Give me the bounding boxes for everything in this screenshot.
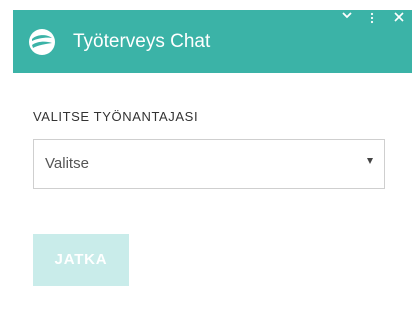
chat-widget: Työterveys Chat VALITSE TYÖNANTAJASI Val…	[0, 0, 412, 322]
chat-header: Työterveys Chat	[13, 10, 412, 73]
close-button[interactable]	[391, 10, 407, 26]
chat-title: Työterveys Chat	[73, 31, 211, 52]
chevron-down-icon	[339, 12, 355, 19]
employer-select-value: Valitse	[45, 155, 89, 172]
chat-logo-icon	[28, 28, 56, 56]
employer-label: VALITSE TYÖNANTAJASI	[33, 109, 199, 124]
menu-button[interactable]	[364, 10, 380, 26]
continue-button[interactable]: JATKA	[33, 234, 129, 286]
close-icon	[391, 12, 407, 22]
minimize-button[interactable]	[339, 10, 355, 26]
caret-down-icon	[367, 158, 373, 164]
vertical-dots-icon	[364, 12, 380, 24]
employer-select[interactable]: Valitse	[33, 139, 385, 189]
